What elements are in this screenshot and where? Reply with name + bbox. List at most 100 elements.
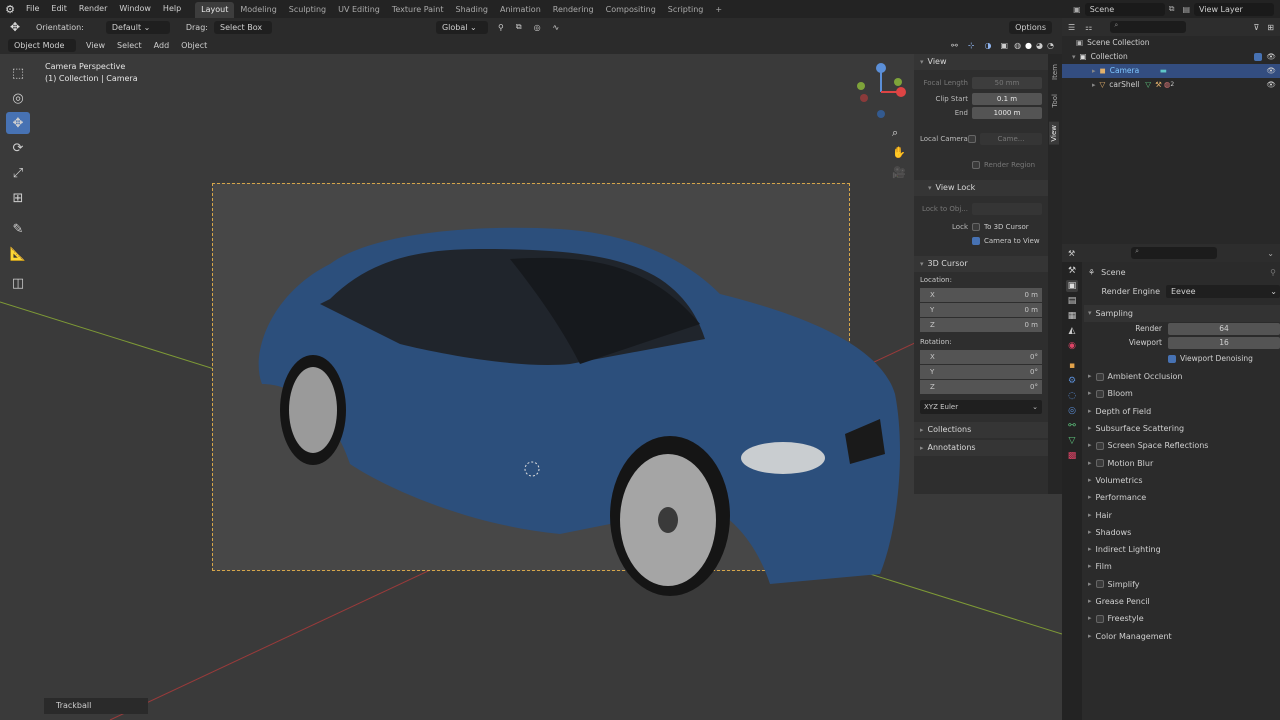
location-x[interactable]: X 0 m [920,288,1042,302]
move-tool-button[interactable]: ✥ [6,112,30,134]
focal-length-field[interactable]: 50 mm [972,77,1042,89]
filter-icon[interactable]: ⊽ [1253,23,1259,32]
menu-select[interactable]: Select [111,41,148,50]
rotate-tool-icon[interactable]: ⟳ [6,137,30,159]
ssr-checkbox[interactable] [1095,442,1104,451]
panel-freestyle[interactable]: ▸ Freestyle [1084,610,1280,627]
panel-bloom[interactable]: ▸ Bloom [1084,385,1280,402]
simplify-checkbox[interactable] [1095,580,1104,589]
expand-icon[interactable]: ▸ [1092,64,1096,78]
drag-dropdown[interactable]: Select Box ⌄ [213,20,272,45]
output-tab-icon[interactable]: ▤ [1066,295,1078,307]
overlay-icon[interactable]: ◑ [985,41,992,50]
eye-icon[interactable]: 👁 [1266,64,1276,78]
view-layer-tab-icon[interactable]: ▦ [1066,310,1078,322]
tab-tool[interactable]: Tool [1051,94,1059,108]
world-tab-icon[interactable]: ◉ [1066,340,1078,352]
properties-search-input[interactable]: ⌕ [1131,247,1218,259]
material-tab-icon[interactable]: ▩ [1066,450,1078,462]
falloff-icon[interactable]: ∿ [553,23,560,32]
tab-view[interactable]: View [1049,122,1059,145]
move-tool-icon[interactable]: ✥ [0,20,30,34]
new-collection-icon[interactable]: ⊞ [1267,23,1274,32]
freestyle-checkbox[interactable] [1095,614,1104,623]
material-shading-icon[interactable]: ◕ [1036,41,1043,50]
collections-header[interactable]: ▸ Collections [914,422,1048,438]
tree-scene-collection[interactable]: ▣ Scene Collection [1062,36,1280,50]
panel-shadows[interactable]: ▸ Shadows [1084,524,1280,541]
rotation-y[interactable]: Y 0° [920,365,1042,379]
render-region-checkbox[interactable] [972,161,980,169]
scene-tab-icon[interactable]: ◭ [1066,325,1078,337]
location-y[interactable]: Y 0 m [920,303,1042,317]
viewport-denoising-checkbox[interactable] [1168,354,1176,363]
lock-to-object-field[interactable] [972,203,1042,215]
rotation-x[interactable]: X 0° [920,350,1042,364]
transform-tool-icon[interactable]: ⊞ [6,187,30,209]
measure-tool-icon[interactable]: 📐 [6,243,30,265]
constraints-tab-icon[interactable]: ⚯ [1066,420,1078,432]
wireframe-shading-icon[interactable]: ◍ [1014,41,1021,50]
panel-hair[interactable]: ▸ Hair [1084,507,1280,524]
tool-tab-icon[interactable]: ⚒ [1066,265,1078,277]
render-samples-field[interactable]: 64 [1168,322,1280,335]
menu-add[interactable]: Add [148,41,176,50]
3d-cursor-header[interactable]: ▾ 3D Cursor [914,256,1048,272]
euler-dropdown[interactable]: XYZ Euler ⌄ [920,400,1042,414]
clip-start-field[interactable]: 0.1 m [972,93,1042,105]
pin-icon[interactable]: ⚲ [1270,264,1276,281]
collection-checkbox[interactable] [1254,53,1263,61]
3d-viewport[interactable]: Camera Perspective (1) Collection | Came… [0,54,1062,720]
outliner-editor-icon[interactable]: ☰ [1068,23,1075,32]
xray-icon[interactable]: ▣ [1001,41,1009,50]
options-button[interactable]: Options [1009,20,1052,34]
zoom-icon[interactable]: ⌕ [892,126,898,140]
particles-tab-icon[interactable]: ◌ [1066,390,1078,402]
view-layer-selector[interactable]: View Layer [1194,2,1274,16]
tab-modeling[interactable]: Modeling [234,2,282,18]
add-workspace-button[interactable]: + [709,2,728,18]
visibility-icon[interactable]: ⚯ [951,41,958,50]
rotation-z[interactable]: Z 0° [920,380,1042,394]
panel-motion-blur[interactable]: ▸ Motion Blur [1084,455,1280,472]
object-tab-icon[interactable]: ▪ [1066,360,1078,372]
tree-camera[interactable]: ▸ ◼ Camera ▬ 👁 [1062,64,1280,78]
expand-icon[interactable]: ▾ [1072,50,1076,64]
modifier-tab-icon[interactable]: ⚙ [1066,375,1078,387]
tab-sculpting[interactable]: Sculpting [283,2,332,18]
menu-file[interactable]: File [20,0,45,18]
orientation-dropdown[interactable]: Default ⌄ [105,20,170,34]
solid-shading-icon[interactable]: ● [1025,41,1032,50]
annotate-tool-icon[interactable]: ✎ [6,218,30,240]
panel-simplify[interactable]: ▸ Simplify [1084,576,1280,593]
local-camera-checkbox[interactable] [968,135,976,143]
camera-view-icon[interactable]: 🎥 [892,166,906,179]
blender-logo-icon[interactable]: ⚙ [0,3,20,16]
eye-icon[interactable]: 👁 [1266,50,1276,64]
menu-edit[interactable]: Edit [45,0,73,18]
viewport-samples-field[interactable]: 16 [1168,336,1280,349]
location-z[interactable]: Z 0 m [920,318,1042,332]
properties-editor-icon[interactable]: ⚒ [1068,249,1075,258]
menu-help[interactable]: Help [157,0,187,18]
tab-uv-editing[interactable]: UV Editing [332,2,386,18]
navigation-gizmo[interactable] [856,60,906,124]
gizmo-icon[interactable]: ⊹ [968,41,975,50]
motion-blur-checkbox[interactable] [1095,459,1104,468]
tab-rendering[interactable]: Rendering [547,2,600,18]
scene-close-icon[interactable]: ⧉ [1169,4,1175,14]
physics-tab-icon[interactable]: ◎ [1066,405,1078,417]
render-tab-icon[interactable]: ▣ [1066,280,1078,292]
clip-end-field[interactable]: 1000 m [972,107,1042,119]
tab-item[interactable]: Item [1051,64,1059,80]
expand-icon[interactable]: ▸ [1092,78,1096,92]
panel-grease-pencil[interactable]: ▸ Grease Pencil [1084,593,1280,610]
panel-indirect-lighting[interactable]: ▸ Indirect Lighting [1084,541,1280,558]
mode-dropdown[interactable]: Object Mode [8,38,76,52]
scale-tool-icon[interactable]: ⤢ [6,162,30,184]
menu-object[interactable]: Object [175,41,213,50]
rendered-shading-icon[interactable]: ◔ [1047,41,1054,50]
view-section-header[interactable]: ▾ View [914,54,1048,70]
tab-texture-paint[interactable]: Texture Paint [386,2,450,18]
transform-space-dropdown[interactable]: Global ⌄ [435,20,488,34]
